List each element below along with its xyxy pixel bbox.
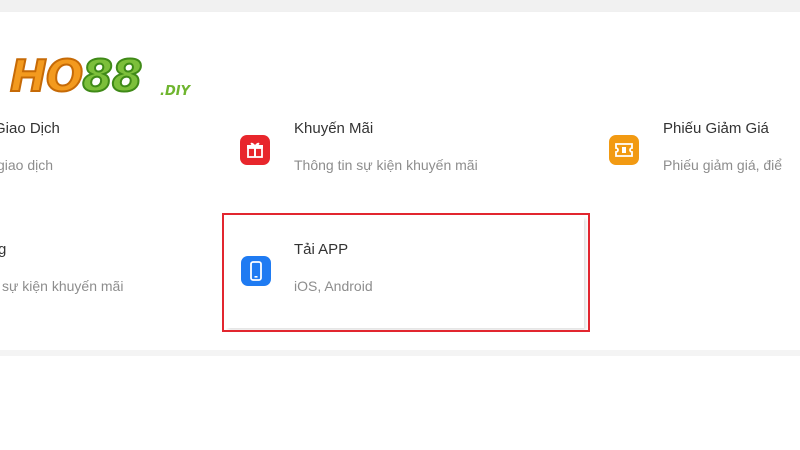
menu-item-title: Giao Dịch xyxy=(0,120,60,137)
menu-item-promotion[interactable]: Khuyến Mãi Thông tin sự kiện khuyến mãi xyxy=(230,112,560,192)
bottom-area xyxy=(0,356,800,450)
menu-item-download-app[interactable]: Tải APP iOS, Android xyxy=(230,233,580,313)
menu-item-title: Khuyến Mãi xyxy=(294,120,374,137)
menu-item-desc: Phiếu giảm giá, điể xyxy=(663,157,783,173)
gift-icon xyxy=(240,135,270,165)
top-band xyxy=(0,0,800,12)
menu-item-desc: iOS, Android xyxy=(294,278,373,294)
page: HO88 .DIY Giao Dịch giao dịch Khuyến Mãi… xyxy=(0,0,800,450)
ho88-logo: HO88 .DIY xyxy=(9,50,210,110)
menu-item-voucher[interactable]: Phiếu Giảm Giá Phiếu giảm giá, điể xyxy=(600,112,800,192)
menu-item-desc: Thông tin sự kiện khuyến mãi xyxy=(294,157,478,173)
ticket-icon xyxy=(609,135,639,165)
mobile-phone-icon xyxy=(241,256,271,286)
menu-item-transaction[interactable]: Giao Dịch giao dịch xyxy=(0,112,200,192)
logo-diy: .DIY xyxy=(160,84,190,99)
menu-item-title: Phiếu Giảm Giá xyxy=(663,120,769,137)
menu-item-title: Tải APP xyxy=(294,241,349,258)
menu-item-title: g xyxy=(0,241,7,258)
menu-item-desc: sự kiện khuyến mãi xyxy=(2,278,124,294)
logo-ho: HO xyxy=(9,51,84,103)
logo-88: 88 xyxy=(81,51,143,103)
menu-item-event[interactable]: g sự kiện khuyến mãi xyxy=(0,233,200,313)
menu-item-desc: giao dịch xyxy=(0,157,54,173)
